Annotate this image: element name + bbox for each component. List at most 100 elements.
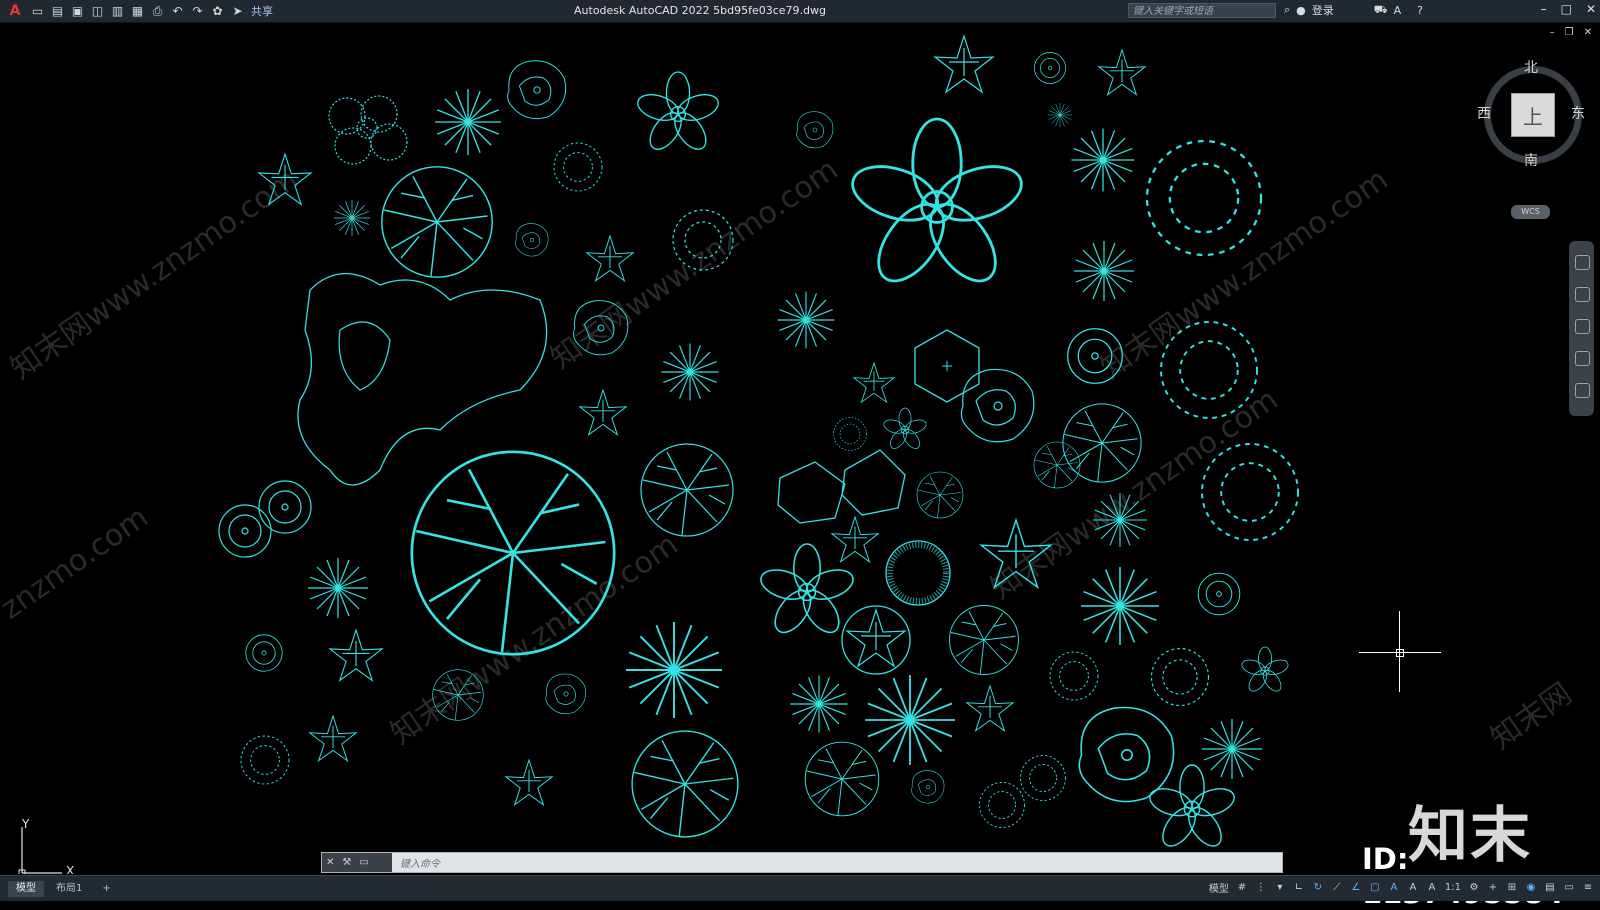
plot-icon[interactable]: ▦ — [129, 3, 146, 20]
plant-shrub — [507, 60, 567, 120]
minimize-icon[interactable]: – — [1541, 2, 1547, 16]
compass-east[interactable]: 东 — [1571, 103, 1585, 123]
watermark-text: 知末网www.znzmo.com — [985, 382, 1285, 607]
plant-scalloped — [1201, 443, 1299, 541]
plant-leaf-star — [579, 389, 627, 436]
plant-tiny-blob — [796, 111, 834, 149]
grid-icon[interactable]: # — [1236, 882, 1248, 894]
clean-screen-icon[interactable]: ▭ — [1563, 882, 1575, 894]
plant-swirl — [1239, 646, 1291, 695]
close-icon[interactable]: ✕ — [326, 857, 334, 868]
open-icon[interactable]: ▤ — [49, 3, 66, 20]
status-bar: 模型 布局1 + 模型 # ⋮ ▾ ∟ ↻ ⟋ ∠ ▢ A A A 1:1 ⚙ … — [0, 875, 1600, 901]
plant-burst-f — [789, 674, 849, 734]
plant-branch-circle-c — [1033, 441, 1081, 489]
isolate-objects-icon[interactable]: ◉ — [1525, 882, 1537, 894]
isodraft-icon[interactable]: ⟋ — [1331, 882, 1343, 894]
units-icon[interactable]: ⊞ — [1506, 882, 1518, 894]
user-icon[interactable]: ● — [1296, 4, 1306, 17]
hardware-acceleration-icon[interactable]: ▤ — [1544, 882, 1556, 894]
ucs-x-label: X — [66, 864, 75, 874]
search-icon[interactable]: ⌕ — [1284, 3, 1290, 17]
customization-menu-icon[interactable]: ≡ — [1582, 882, 1594, 894]
annotation-visibility-icon[interactable]: A — [1388, 882, 1400, 894]
login-button[interactable]: 登录 — [1312, 2, 1334, 18]
annotation-monitor-icon[interactable]: + — [1487, 882, 1499, 894]
ucs-y-label: Y — [22, 817, 30, 831]
saveas-icon[interactable]: ◫ — [89, 3, 106, 20]
app-menu-button[interactable]: A — [4, 3, 26, 20]
recent-commands-icon[interactable]: ▭ — [359, 857, 368, 868]
zoom-extents-icon[interactable] — [1575, 319, 1590, 334]
plant-leafy — [586, 235, 634, 282]
plant-star-top — [934, 35, 994, 93]
print-icon[interactable]: ⎙ — [149, 3, 166, 20]
workspace-icon[interactable]: ✿ — [209, 3, 226, 20]
plant-tiny-burst — [1047, 102, 1073, 128]
model-space-button[interactable]: 模型 — [1209, 880, 1229, 895]
object-snap-tracking-icon[interactable]: ∠ — [1350, 882, 1362, 894]
steering-wheel-icon[interactable] — [1575, 255, 1590, 270]
new-icon[interactable]: ▭ — [29, 3, 46, 20]
workspace-gear-icon[interactable]: ⚙ — [1468, 882, 1480, 894]
plant-rose — [1145, 764, 1239, 853]
redo-icon[interactable]: ↷ — [189, 3, 206, 20]
plant-large-flower — [844, 117, 1030, 294]
maximize-icon[interactable]: □ — [1561, 2, 1572, 16]
plant-burst-d — [776, 290, 836, 350]
plant-star-e — [831, 516, 879, 563]
plant-circle-cluster — [328, 95, 408, 165]
plant-burst-c — [1073, 240, 1135, 302]
plant-large-tree — [410, 450, 616, 656]
save-icon[interactable]: ▣ — [69, 3, 86, 20]
ortho-icon[interactable]: ∟ — [1293, 882, 1305, 894]
search-input[interactable]: 键入关键字或短语 — [1128, 3, 1276, 18]
plant-veined-c — [804, 741, 880, 817]
annotation-scale-value[interactable]: 1:1 — [1445, 882, 1461, 893]
plant-pair-b — [916, 471, 964, 519]
viewcube-face-top[interactable]: 上 — [1511, 93, 1555, 137]
command-line: ✕ ⚒ ▭ 键入命令 — [321, 852, 1283, 873]
autodesk-app-icon[interactable]: A — [1394, 4, 1402, 17]
add-layout-icon[interactable]: + — [98, 881, 114, 897]
compass-south[interactable]: 南 — [1524, 150, 1538, 170]
infer-icon[interactable]: ▾ — [1274, 882, 1286, 894]
tab-model[interactable]: 模型 — [8, 880, 44, 897]
publish-icon[interactable]: ▥ — [109, 3, 126, 20]
orbit-icon[interactable] — [1575, 351, 1590, 366]
command-input[interactable]: 键入命令 — [392, 855, 440, 870]
plant-small-star — [333, 199, 371, 237]
auto-scale-icon[interactable]: A — [1407, 882, 1419, 894]
viewcube[interactable]: 上 北 南 西 东 — [1477, 59, 1587, 169]
compass-north[interactable]: 北 — [1524, 57, 1538, 77]
help-icon[interactable]: ? — [1417, 4, 1423, 17]
watermark-text: 知末网www.znzmo.com — [385, 527, 685, 752]
close-icon[interactable]: ✕ — [1586, 2, 1596, 16]
plant-veined-circle — [631, 730, 739, 838]
plant-veined-b — [949, 605, 1019, 675]
wrench-icon[interactable]: ⚒ — [342, 857, 351, 868]
command-line-tools: ✕ ⚒ ▭ — [322, 853, 392, 872]
cad-drawing: 知末网www.znzmo.com znzmo.com 知末网www.znzmo.… — [0, 35, 1578, 853]
annotation-scale-icon[interactable]: A — [1426, 882, 1438, 894]
plant-dotted-branch — [240, 735, 290, 785]
cart-icon[interactable]: ⛟ — [1374, 3, 1388, 18]
share-button[interactable]: 共享 — [251, 3, 273, 19]
plant-flower — [633, 71, 723, 156]
showmotion-icon[interactable] — [1575, 383, 1590, 398]
plant-dotted-e — [1020, 755, 1066, 801]
wcs-menu[interactable]: WCS — [1511, 205, 1550, 219]
plant-star-circle — [841, 605, 911, 675]
share-icon[interactable]: ➤ — [229, 3, 246, 20]
object-snap-icon[interactable]: ▢ — [1369, 882, 1381, 894]
drawing-viewport[interactable]: – ❐ ✕ 知末网www.znzmo.com znzmo.com 知末网www.… — [0, 23, 1600, 874]
undo-icon[interactable]: ↶ — [169, 3, 186, 20]
pan-icon[interactable] — [1575, 287, 1590, 302]
compass-west[interactable]: 西 — [1477, 103, 1491, 123]
plant-small-blob-c — [911, 770, 945, 804]
plant-ring-a — [218, 504, 272, 558]
plant-star-top-b — [1098, 49, 1146, 96]
snap-icon[interactable]: ⋮ — [1255, 882, 1267, 894]
polar-icon[interactable]: ↻ — [1312, 882, 1324, 894]
tab-layout1[interactable]: 布局1 — [48, 881, 90, 897]
